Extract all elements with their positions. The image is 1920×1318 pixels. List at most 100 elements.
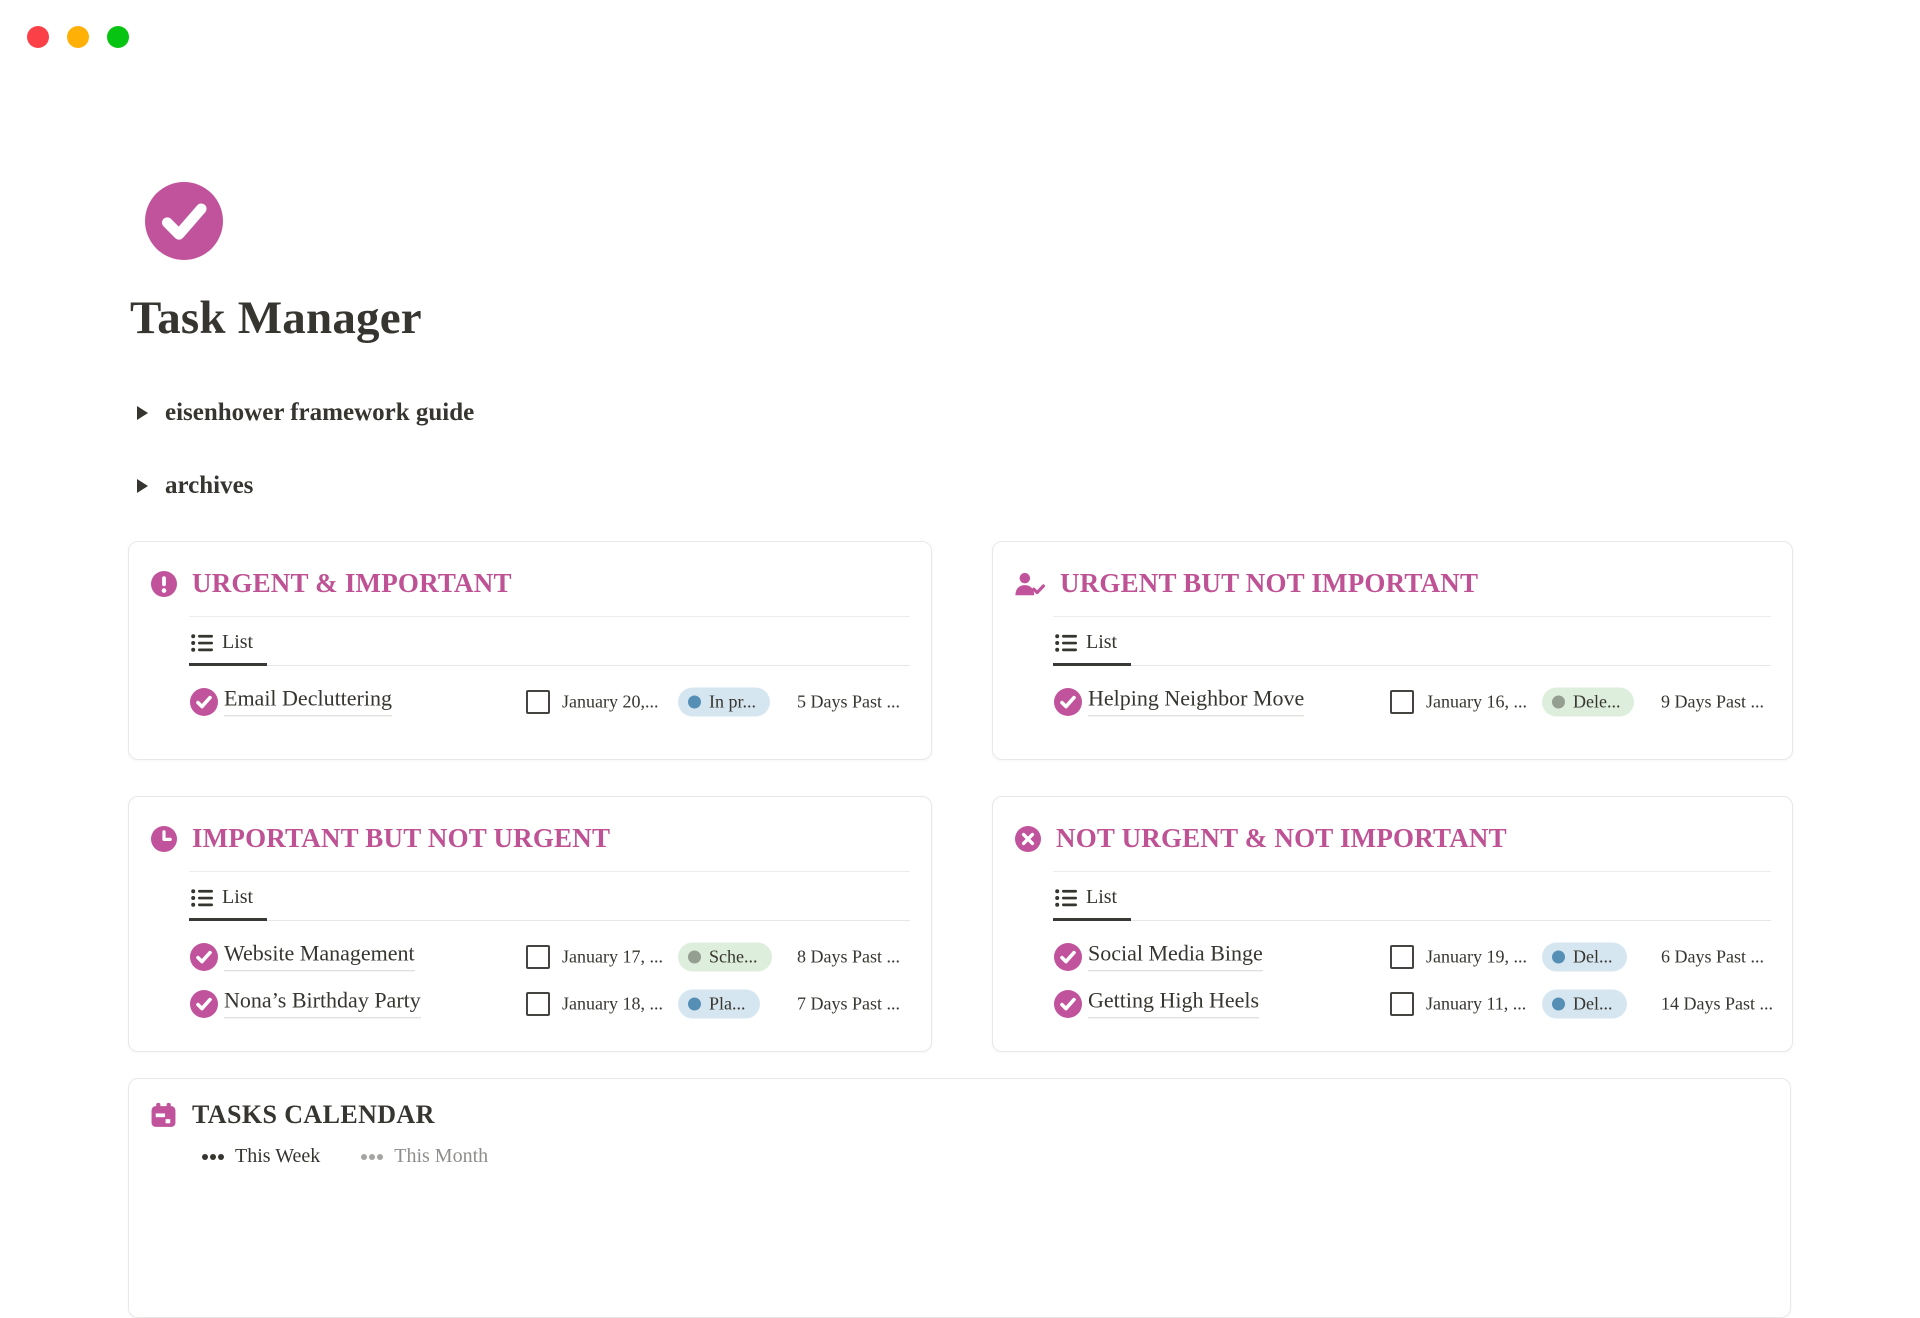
toggle-label: eisenhower framework guide bbox=[165, 399, 474, 427]
task-date[interactable]: January 17, ... bbox=[562, 946, 663, 967]
task-done-icon[interactable] bbox=[190, 688, 218, 716]
task-date[interactable]: January 20,... bbox=[562, 691, 658, 712]
calendar-tab-label: This Week bbox=[235, 1145, 320, 1168]
main-content: URGENT & IMPORTANT List Email Declutteri… bbox=[128, 541, 1794, 1318]
task-overdue[interactable]: 6 Days Past ... bbox=[1661, 946, 1764, 967]
tab-this-week[interactable]: This Week bbox=[201, 1145, 320, 1168]
task-list: Email Decluttering January 20,... In pr.… bbox=[129, 678, 931, 725]
tasks-calendar-card: TASKS CALENDAR This Week This Month bbox=[128, 1078, 1791, 1318]
task-done-icon[interactable] bbox=[1054, 990, 1082, 1018]
tab-label: List bbox=[1086, 631, 1117, 654]
task-overdue[interactable]: 9 Days Past ... bbox=[1661, 691, 1764, 712]
tab-label: List bbox=[222, 631, 253, 654]
task-name-link[interactable]: Social Media Binge bbox=[1088, 940, 1263, 971]
app-window: { "window": { "controls": ["close", "min… bbox=[0, 0, 1920, 1200]
list-view-icon bbox=[191, 888, 213, 908]
list-view-icon bbox=[1055, 633, 1077, 653]
view-tab-bar: List bbox=[1053, 628, 1771, 666]
task-overdue[interactable]: 7 Days Past ... bbox=[797, 993, 900, 1014]
tab-list-view[interactable]: List bbox=[189, 628, 267, 666]
task-checkbox[interactable] bbox=[1390, 945, 1414, 969]
task-date[interactable]: January 16, ... bbox=[1426, 691, 1527, 712]
task-list: Social Media Binge January 19, ... Del..… bbox=[993, 933, 1792, 1027]
status-label: Dele... bbox=[1573, 691, 1620, 712]
task-checkbox[interactable] bbox=[526, 992, 550, 1016]
task-name-link[interactable]: Website Management bbox=[224, 940, 415, 971]
status-label: Del... bbox=[1573, 993, 1613, 1014]
task-checkbox[interactable] bbox=[1390, 992, 1414, 1016]
quadrant-card-not-urgent-not-important: NOT URGENT & NOT IMPORTANT List Social M… bbox=[992, 796, 1793, 1052]
task-row: Getting High Heels January 11, ... Del..… bbox=[993, 980, 1792, 1027]
minimize-window-button[interactable] bbox=[67, 26, 89, 48]
toggle-label: archives bbox=[165, 472, 253, 500]
status-pill[interactable]: Sche... bbox=[678, 942, 772, 971]
task-done-icon[interactable] bbox=[190, 990, 218, 1018]
calendar-header: TASKS CALENDAR bbox=[129, 1079, 1790, 1130]
task-done-icon[interactable] bbox=[1054, 688, 1082, 716]
quadrant-title: IMPORTANT BUT NOT URGENT bbox=[192, 823, 610, 854]
chevron-right-icon bbox=[137, 479, 148, 493]
divider bbox=[189, 871, 910, 872]
task-checkbox[interactable] bbox=[1390, 690, 1414, 714]
status-pill[interactable]: Dele... bbox=[1542, 687, 1634, 716]
task-row: Email Decluttering January 20,... In pr.… bbox=[129, 678, 931, 725]
status-dot-icon bbox=[1552, 695, 1565, 708]
status-dot-icon bbox=[688, 695, 701, 708]
toggle-archives[interactable]: archives bbox=[137, 468, 474, 504]
view-dots-icon bbox=[201, 1153, 225, 1161]
task-overdue[interactable]: 5 Days Past ... bbox=[797, 691, 900, 712]
task-date[interactable]: January 19, ... bbox=[1426, 946, 1527, 967]
task-name-link[interactable]: Email Decluttering bbox=[224, 685, 392, 716]
quadrant-title: URGENT & IMPORTANT bbox=[192, 568, 512, 599]
task-row: Helping Neighbor Move January 16, ... De… bbox=[993, 678, 1792, 725]
toggle-sections: eisenhower framework guide archives bbox=[137, 395, 474, 541]
quadrant-title: NOT URGENT & NOT IMPORTANT bbox=[1056, 823, 1507, 854]
task-date[interactable]: January 18, ... bbox=[562, 993, 663, 1014]
task-done-icon[interactable] bbox=[1054, 943, 1082, 971]
task-row: Nona’s Birthday Party January 18, ... Pl… bbox=[129, 980, 931, 1027]
status-pill[interactable]: In pr... bbox=[678, 687, 770, 716]
task-list: Website Management January 17, ... Sche.… bbox=[129, 933, 931, 1027]
quadrant-header: NOT URGENT & NOT IMPORTANT bbox=[993, 797, 1792, 854]
status-label: In pr... bbox=[709, 691, 756, 712]
task-overdue[interactable]: 8 Days Past ... bbox=[797, 946, 900, 967]
task-row: Social Media Binge January 19, ... Del..… bbox=[993, 933, 1792, 980]
quadrant-header: URGENT BUT NOT IMPORTANT bbox=[993, 542, 1792, 599]
task-name-link[interactable]: Nona’s Birthday Party bbox=[224, 987, 421, 1018]
task-name-link[interactable]: Helping Neighbor Move bbox=[1088, 685, 1304, 716]
task-checkbox[interactable] bbox=[526, 945, 550, 969]
calendar-tab-label: This Month bbox=[394, 1145, 488, 1168]
quadrant-header: IMPORTANT BUT NOT URGENT bbox=[129, 797, 931, 854]
quadrant-card-urgent-important: URGENT & IMPORTANT List Email Declutteri… bbox=[128, 541, 932, 760]
exclamation-circle-icon bbox=[150, 570, 178, 598]
clock-icon bbox=[150, 825, 178, 853]
quadrant-card-urgent-not-important: URGENT BUT NOT IMPORTANT List Helping Ne… bbox=[992, 541, 1793, 760]
status-pill[interactable]: Del... bbox=[1542, 989, 1627, 1018]
tab-this-month[interactable]: This Month bbox=[360, 1145, 488, 1168]
zoom-window-button[interactable] bbox=[107, 26, 129, 48]
list-view-icon bbox=[191, 633, 213, 653]
tab-list-view[interactable]: List bbox=[1053, 883, 1131, 921]
toggle-eisenhower-framework-guide[interactable]: eisenhower framework guide bbox=[137, 395, 474, 431]
task-name-link[interactable]: Getting High Heels bbox=[1088, 987, 1259, 1018]
task-date[interactable]: January 11, ... bbox=[1426, 993, 1526, 1014]
status-pill[interactable]: Pla... bbox=[678, 989, 760, 1018]
tab-list-view[interactable]: List bbox=[1053, 628, 1131, 666]
task-done-icon[interactable] bbox=[190, 943, 218, 971]
task-overdue[interactable]: 14 Days Past ... bbox=[1661, 993, 1773, 1014]
page-title: Task Manager bbox=[130, 291, 422, 345]
status-dot-icon bbox=[688, 950, 701, 963]
tab-list-view[interactable]: List bbox=[189, 883, 267, 921]
tab-label: List bbox=[222, 886, 253, 909]
status-dot-icon bbox=[688, 997, 701, 1010]
list-view-icon bbox=[1055, 888, 1077, 908]
task-row: Website Management January 17, ... Sche.… bbox=[129, 933, 931, 980]
task-checkbox[interactable] bbox=[526, 690, 550, 714]
divider bbox=[1053, 871, 1771, 872]
status-dot-icon bbox=[1552, 997, 1565, 1010]
close-window-button[interactable] bbox=[27, 26, 49, 48]
view-tab-bar: List bbox=[1053, 883, 1771, 921]
chevron-right-icon bbox=[137, 406, 148, 420]
page-check-circle-icon[interactable] bbox=[145, 182, 223, 260]
status-pill[interactable]: Del... bbox=[1542, 942, 1627, 971]
